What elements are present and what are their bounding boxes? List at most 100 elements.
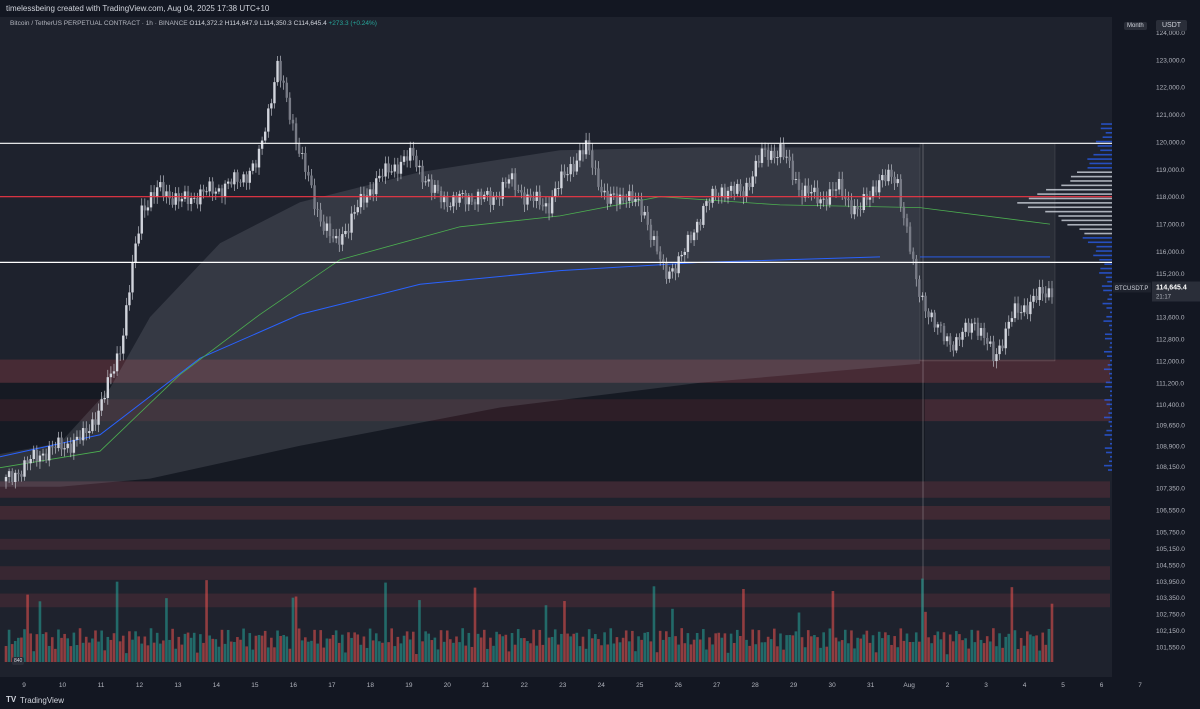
volume-bar-313 [970, 629, 974, 662]
candle-body-38 [122, 335, 125, 354]
candle-body-266 [825, 198, 828, 205]
candle-body-316 [979, 328, 983, 336]
tradingview-brand: TradingView [20, 696, 65, 705]
candle-body-209 [649, 224, 653, 240]
candle-body-311 [964, 322, 967, 332]
candle-body-225 [699, 221, 702, 225]
price-tick-label: 122,000.0 [1156, 85, 1185, 92]
volume-bar-155 [482, 629, 486, 662]
volume-bar-121 [378, 641, 381, 662]
candle-body-223 [692, 232, 696, 241]
volume-bar-293 [908, 642, 912, 662]
candle-body-27 [88, 431, 91, 433]
profile-bar-38 [1102, 302, 1112, 305]
candle-body-101 [316, 208, 319, 210]
volume-bar-247 [766, 636, 770, 662]
volume-bar-137 [427, 633, 431, 662]
profile-bar-50 [1095, 250, 1112, 252]
volume-bar-195 [606, 644, 609, 662]
candle-body-136 [424, 181, 427, 183]
price-chart[interactable]: 124,000.0 123,000.0 122,000.0 121,000.0 120,… [0, 17, 1200, 692]
volume-bar-140 [436, 649, 440, 662]
volume-bar-169 [526, 641, 529, 662]
profile-bar-44 [1105, 276, 1112, 279]
volume-bar-49 [155, 632, 159, 662]
volume-bar-96 [300, 640, 304, 662]
candle-body-322 [998, 345, 1001, 355]
footer: TV TradingView [0, 692, 1200, 709]
volume-bar-227 [705, 649, 708, 662]
candle-body-105 [328, 223, 332, 237]
candle-body-4 [17, 472, 20, 475]
profile-bar-45 [1099, 272, 1112, 274]
time-tick-label: 31 [867, 682, 875, 689]
profile-bar-33 [1109, 324, 1112, 327]
volume-bar-268 [831, 591, 835, 662]
volume-bar-60 [189, 637, 193, 662]
candle-body-308 [955, 337, 958, 351]
candle-body-82 [257, 148, 261, 168]
volume-bar-257 [797, 612, 801, 662]
profile-bar-29 [1110, 342, 1112, 344]
volume-bar-180 [560, 633, 563, 662]
volume-bar-206 [640, 639, 643, 662]
chart-area[interactable]: 124,000.0 123,000.0 122,000.0 121,000.0 120,… [0, 17, 1200, 692]
candle-body-202 [628, 191, 631, 201]
volume-bar-215 [668, 637, 671, 662]
volume-bar-176 [547, 637, 551, 662]
candle-body-72 [226, 181, 230, 184]
candle-body-284 [881, 175, 884, 181]
volume-bar-143 [445, 630, 449, 662]
candle-body-118 [368, 189, 372, 196]
volume-bar-35 [112, 633, 116, 662]
volume-bar-189 [587, 629, 591, 662]
volume-bar-160 [498, 634, 501, 662]
volume-bar-338 [1047, 628, 1051, 662]
time-axis[interactable]: 9 10 11 12 13 14 15 16 17 18 19 20 21 22 23 24 25 26 27 28 2… [0, 677, 1200, 692]
volume-bar-244 [757, 630, 761, 662]
price-tick-label: 106,550.0 [1156, 508, 1185, 515]
volume-bar-221 [686, 633, 690, 662]
candle-body-338 [1047, 288, 1051, 298]
volume-bar-26 [84, 636, 88, 662]
chart-legend: Bitcoin / TetherUS PERPETUAL CONTRACT · … [10, 20, 377, 27]
candle-body-261 [810, 192, 813, 194]
profile-bar-39 [1107, 298, 1112, 301]
candle-body-56 [177, 193, 180, 202]
volume-bar-31 [100, 630, 103, 662]
candle-body-216 [671, 268, 674, 272]
volume-indicator-badge[interactable]: 840 [12, 657, 25, 665]
range-box [919, 143, 1056, 362]
volume-bar-150 [467, 632, 471, 662]
currency-button[interactable]: USDT [1156, 20, 1188, 31]
volume-bar-95 [297, 628, 301, 662]
volume-bar-260 [806, 630, 810, 662]
volume-bar-203 [631, 630, 634, 662]
candle-body-25 [81, 428, 85, 441]
month-button[interactable]: Month [1124, 22, 1147, 30]
volume-bar-93 [291, 597, 295, 662]
volume-bar-126 [393, 646, 397, 662]
candle-body-11 [38, 455, 42, 462]
profile-bar-73 [1100, 149, 1112, 152]
volume-bar-79 [248, 633, 252, 662]
profile-bar-4 [1106, 451, 1112, 454]
volume-bar-144 [449, 639, 452, 662]
zone-band-4 [0, 538, 1110, 550]
candle-body-21 [69, 443, 72, 453]
candle-body-2 [10, 471, 14, 482]
candle-body-337 [1044, 293, 1048, 298]
volume-bar-325 [1007, 633, 1011, 662]
volume-bar-40 [128, 631, 131, 662]
price-axis[interactable]: 124,000.0 123,000.0 122,000.0 121,000.0 120,… [1112, 17, 1200, 692]
candle-body-243 [754, 160, 757, 177]
volume-bar-329 [1019, 637, 1023, 662]
candle-body-214 [665, 262, 668, 279]
volume-bar-156 [486, 648, 489, 662]
volume-bar-323 [1001, 647, 1004, 662]
volume-bar-298 [924, 611, 927, 662]
symbol-title[interactable]: Bitcoin / TetherUS PERPETUAL CONTRACT · … [10, 20, 188, 27]
volume-bar-243 [754, 644, 758, 662]
volume-bar-224 [695, 632, 699, 662]
candle-body-84 [263, 131, 267, 141]
